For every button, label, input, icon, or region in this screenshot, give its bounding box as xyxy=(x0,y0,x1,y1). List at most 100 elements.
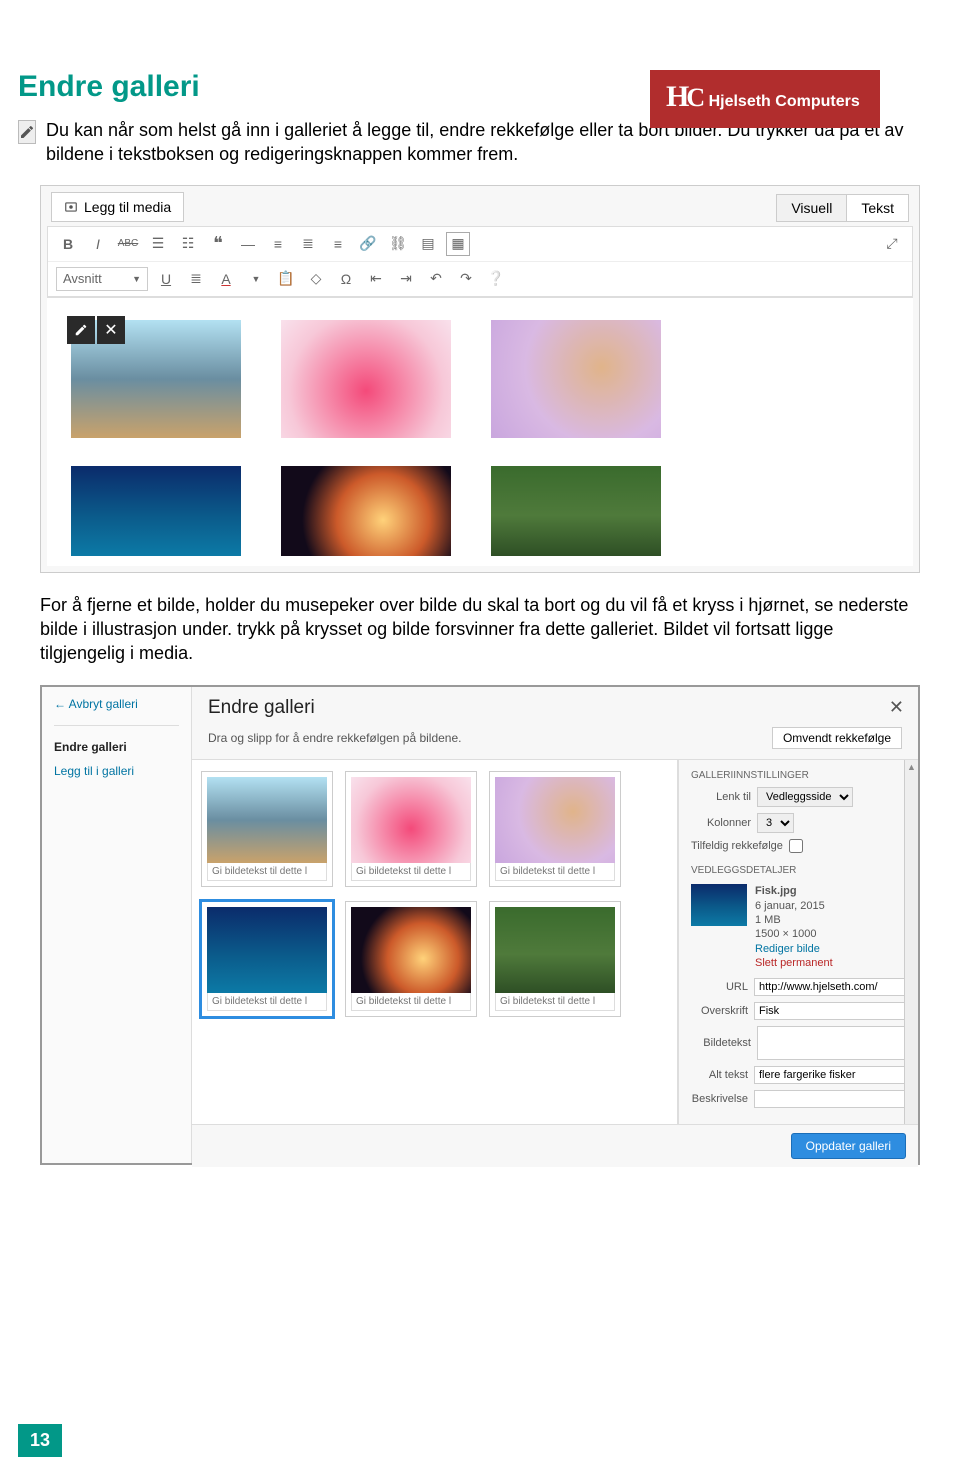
alt-label: Alt tekst xyxy=(691,1069,748,1081)
gallery-thumb[interactable] xyxy=(281,320,451,438)
delete-permanently-link[interactable]: Slett permanent xyxy=(755,956,833,970)
redo-button[interactable]: ↷ xyxy=(454,267,478,291)
media-icon xyxy=(64,200,78,214)
random-order-checkbox[interactable] xyxy=(789,839,803,853)
outdent-button[interactable]: ⇤ xyxy=(364,267,388,291)
modal-thumb[interactable] xyxy=(202,902,332,1016)
editor-content: ✕ xyxy=(47,297,913,566)
caption-input[interactable] xyxy=(495,993,615,1011)
thumb-image-fish xyxy=(71,466,241,556)
gallery-thumb[interactable] xyxy=(71,466,241,556)
attachment-meta: Fisk.jpg 6 januar, 2015 1 MB 1500 × 1000… xyxy=(755,884,833,970)
justify-button[interactable]: ≣ xyxy=(184,267,208,291)
title-label: Overskrift xyxy=(691,1005,748,1017)
tab-text[interactable]: Tekst xyxy=(846,194,909,222)
thumb-image-face xyxy=(491,320,661,438)
modal-thumb[interactable] xyxy=(490,902,620,1016)
update-gallery-button[interactable]: Oppdater galleri xyxy=(791,1133,906,1159)
add-media-label: Legg til media xyxy=(84,199,171,215)
clear-format-button[interactable]: ◇ xyxy=(304,267,328,291)
screenshot-gallery-modal: Avbryt galleri Endre galleri Legg til i … xyxy=(40,685,920,1165)
format-select[interactable]: Avsnitt ▼ xyxy=(56,267,148,291)
url-input[interactable] xyxy=(754,978,906,996)
caption-input[interactable] xyxy=(495,863,615,881)
modal-sidebar: Avbryt galleri Endre galleri Legg til i … xyxy=(42,687,192,1163)
columns-label: Kolonner xyxy=(691,817,751,829)
chevron-down-icon: ▼ xyxy=(132,274,141,284)
close-icon[interactable]: ✕ xyxy=(889,697,904,718)
italic-button[interactable]: I xyxy=(86,232,110,256)
modal-thumb[interactable] xyxy=(202,772,332,886)
scrollbar[interactable] xyxy=(904,760,918,1124)
hr-button[interactable]: — xyxy=(236,232,260,256)
unlink-button[interactable]: ⛓ xyxy=(386,232,410,256)
align-left-button[interactable]: ≡ xyxy=(266,232,290,256)
modal-thumb[interactable] xyxy=(346,902,476,1016)
help-button[interactable]: ❔ xyxy=(484,267,508,291)
modal-gallery-grid xyxy=(192,760,678,1124)
thumb-image-lips xyxy=(281,320,451,438)
align-right-button[interactable]: ≡ xyxy=(326,232,350,256)
ul-button[interactable]: ☰ xyxy=(146,232,170,256)
alt-input[interactable] xyxy=(754,1066,906,1084)
modal-settings-panel: GALLERIINNSTILLINGER Lenk til Vedleggssi… xyxy=(678,760,918,1124)
edit-image-link[interactable]: Rediger bilde xyxy=(755,942,833,956)
kitchensink-button[interactable]: ▦ xyxy=(446,232,470,256)
url-label: URL xyxy=(691,981,748,993)
page-number: 13 xyxy=(18,1424,62,1457)
reverse-order-button[interactable]: Omvendt rekkefølge xyxy=(772,727,902,749)
edit-image-button[interactable] xyxy=(67,316,95,344)
gallery-thumb[interactable] xyxy=(491,466,661,556)
undo-button[interactable]: ↶ xyxy=(424,267,448,291)
description-input[interactable] xyxy=(754,1090,906,1108)
title-input[interactable] xyxy=(754,1002,906,1020)
caption-input[interactable] xyxy=(207,993,327,1011)
brand-logo: HC Hjelseth Computers xyxy=(650,70,880,128)
fullscreen-button[interactable]: ⤢ xyxy=(880,232,904,256)
underline-button[interactable]: U xyxy=(154,267,178,291)
strike-button[interactable]: ABC xyxy=(116,232,140,256)
detail-dims: 1500 × 1000 xyxy=(755,928,816,940)
link-to-label: Lenk til xyxy=(691,791,751,803)
thumb-image-face xyxy=(495,777,615,863)
modal-title-text: Endre galleri xyxy=(208,697,315,719)
add-media-button[interactable]: Legg til media xyxy=(51,192,184,222)
link-button[interactable]: 🔗 xyxy=(356,232,380,256)
thumb-image-lips xyxy=(351,777,471,863)
ol-button[interactable]: ☷ xyxy=(176,232,200,256)
tab-visual[interactable]: Visuell xyxy=(776,194,847,222)
thumb-image-fish xyxy=(207,907,327,993)
modal-subtitle: Dra og slipp for å endre rekkefølgen på … xyxy=(208,731,461,745)
align-center-button[interactable]: ≣ xyxy=(296,232,320,256)
textcolor-button[interactable]: A xyxy=(214,267,238,291)
quote-button[interactable]: ❝ xyxy=(206,232,230,256)
bold-button[interactable]: B xyxy=(56,232,80,256)
link-to-select[interactable]: Vedleggsside xyxy=(757,787,853,807)
caption-input[interactable] xyxy=(351,993,471,1011)
columns-select[interactable]: 3 xyxy=(757,813,794,833)
caption-label: Bildetekst xyxy=(691,1037,751,1049)
textcolor-chevron-icon[interactable]: ▼ xyxy=(244,267,268,291)
cancel-gallery-link[interactable]: Avbryt galleri xyxy=(54,697,179,711)
logo-brand-text: Hjelseth Computers xyxy=(709,93,860,110)
gallery-thumb[interactable] xyxy=(491,320,661,438)
thumb-image-planet xyxy=(281,466,451,556)
detail-date: 6 januar, 2015 xyxy=(755,900,825,912)
sidebar-item-add-to-gallery[interactable]: Legg til i galleri xyxy=(54,764,179,778)
indent-button[interactable]: ⇥ xyxy=(394,267,418,291)
modal-thumb[interactable] xyxy=(346,772,476,886)
readmore-button[interactable]: ▤ xyxy=(416,232,440,256)
caption-input[interactable] xyxy=(207,863,327,881)
paste-text-button[interactable]: 📋 xyxy=(274,267,298,291)
gallery-settings-heading: GALLERIINNSTILLINGER xyxy=(691,770,906,781)
remove-image-button[interactable]: ✕ xyxy=(97,316,125,344)
sidebar-item-edit-gallery[interactable]: Endre galleri xyxy=(54,740,179,754)
attachment-details-heading: VEDLEGGSDETALJER xyxy=(691,865,906,876)
gallery-thumb[interactable] xyxy=(281,466,451,556)
modal-thumb[interactable] xyxy=(490,772,620,886)
caption-textarea[interactable] xyxy=(757,1026,906,1060)
gallery-thumb[interactable]: ✕ xyxy=(71,320,241,438)
caption-input[interactable] xyxy=(351,863,471,881)
special-char-button[interactable]: Ω xyxy=(334,267,358,291)
thumb-image-planet xyxy=(351,907,471,993)
